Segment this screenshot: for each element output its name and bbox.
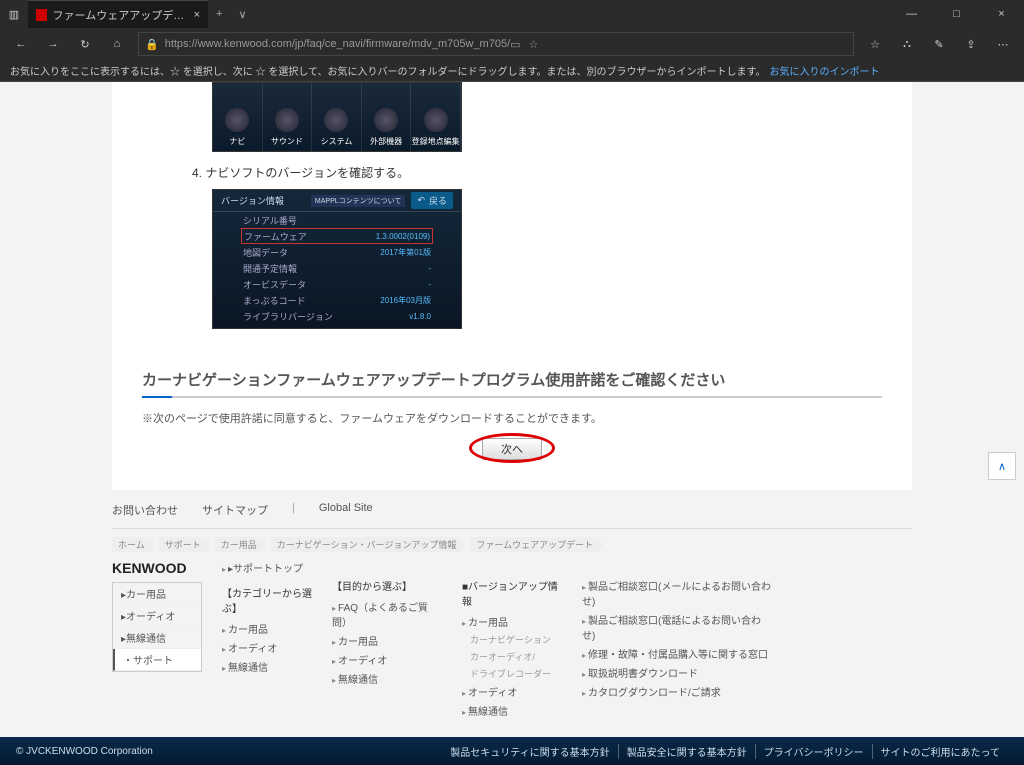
notes-icon[interactable]: ✎	[924, 30, 954, 58]
forward-button[interactable]: →	[38, 30, 68, 58]
breadcrumb: ホーム サポート カー用品 カーナビゲーション・バージョンアップ情報 ファームウ…	[112, 537, 912, 552]
minimize-button[interactable]: —	[889, 0, 934, 28]
import-favorites-link[interactable]: お気に入りのインポート	[770, 63, 880, 78]
tab-title: ファームウェアアップデートプ	[53, 7, 188, 23]
license-note: ※次のページで使用許諾に同意すると、ファームウェアをダウンロードすることができま…	[142, 410, 882, 426]
global-site-link[interactable]: Global Site	[319, 502, 373, 518]
url-text: https://www.kenwood.com/jp/faq/ce_navi/f…	[165, 38, 510, 50]
reload-button[interactable]: ↻	[70, 30, 100, 58]
reading-list-icon[interactable]: ⛬	[892, 30, 922, 58]
share-icon[interactable]: ⇪	[956, 30, 986, 58]
back-button[interactable]: ←	[6, 30, 36, 58]
browser-tab[interactable]: ファームウェアアップデートプ ×	[28, 0, 208, 28]
favorites-hint: お気に入りをここに表示するには、☆ を選択し、次に ☆ を選択して、お気に入りバ…	[10, 63, 766, 78]
favicon	[36, 9, 47, 21]
maximize-button[interactable]: □	[934, 0, 979, 28]
close-button[interactable]: ×	[979, 0, 1024, 28]
new-tab-button[interactable]: +	[208, 8, 230, 20]
footer-bar: © JVCKENWOOD Corporation 製品セキュリティに関する基本方…	[0, 737, 1024, 765]
favorites-icon[interactable]: ☆	[860, 30, 890, 58]
close-icon[interactable]: ×	[194, 9, 200, 21]
browser-toolbar: ← → ↻ ⌂ 🔒 https://www.kenwood.com/jp/faq…	[0, 28, 1024, 60]
address-bar[interactable]: 🔒 https://www.kenwood.com/jp/faq/ce_navi…	[138, 32, 854, 56]
footer-nav: お問い合わせ サイトマップ | Global Site ホーム サポート カー用…	[0, 490, 1024, 730]
favorite-star-icon[interactable]: ☆	[529, 38, 539, 51]
version-info-screenshot: バージョン情報 MAPPLコンテンツについて ↶戻る シリアル番号 ファームウェ…	[212, 189, 462, 329]
highlight-circle	[469, 433, 555, 463]
license-section-title: カーナビゲーションファームウェアアップデートプログラム使用許諾をご確認ください	[142, 369, 882, 398]
home-button[interactable]: ⌂	[102, 30, 132, 58]
app-icon: ▥	[0, 8, 28, 21]
sitemap-link[interactable]: サイトマップ	[202, 502, 268, 518]
scroll-to-top-button[interactable]: ∧	[988, 452, 1016, 480]
lock-icon: 🔒	[145, 38, 159, 51]
favorites-bar: お気に入りをここに表示するには、☆ を選択し、次に ☆ を選択して、お気に入りバ…	[0, 60, 1024, 82]
step-4-text: 4. ナビソフトのバージョンを確認する。	[192, 164, 882, 181]
contact-link[interactable]: お問い合わせ	[112, 502, 178, 518]
window-titlebar: ▥ ファームウェアアップデートプ × + ∨ — □ ×	[0, 0, 1024, 28]
page-content: ナビ サウンド システム 外部機器 登録地点編集 4. ナビソフトのバージョンを…	[0, 82, 1024, 765]
more-icon[interactable]: ⋯	[988, 30, 1018, 58]
side-category-menu: ▸カー用品 ▸オーディオ ▸無線通信 ・サポート	[112, 582, 202, 672]
copyright: © JVCKENWOOD Corporation	[16, 746, 153, 757]
reader-icon[interactable]: ▭	[510, 38, 520, 51]
support-top-link[interactable]: ▸サポートトップ	[222, 560, 312, 575]
navi-settings-screenshot: ナビ サウンド システム 外部機器 登録地点編集	[212, 82, 462, 152]
brand-logo: KENWOOD	[112, 560, 202, 576]
tab-scroll-icon[interactable]: ∨	[230, 8, 254, 21]
